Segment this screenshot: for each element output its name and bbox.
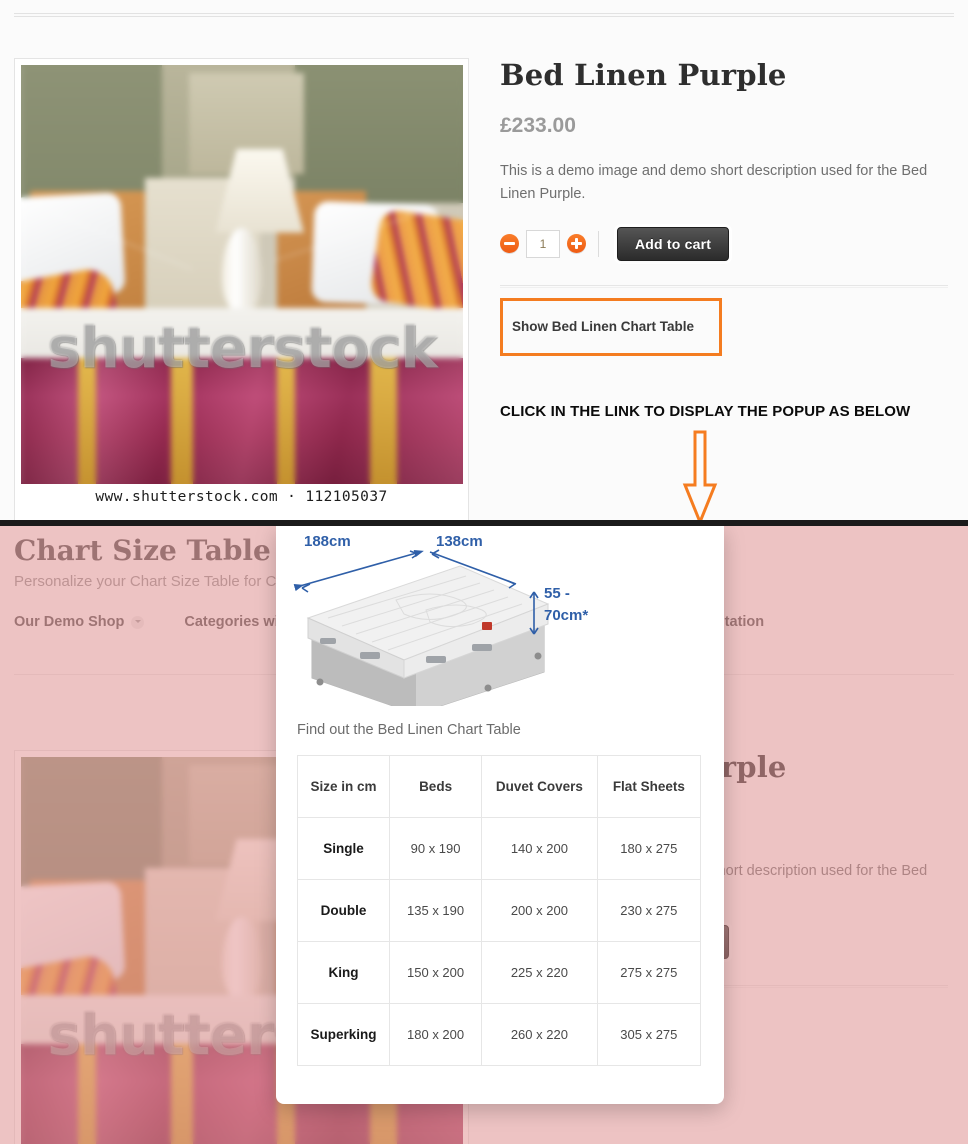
cell-beds: 135 x 190 <box>389 879 483 942</box>
column-header-duvet-covers: Duvet Covers <box>481 755 598 818</box>
callout-text: CLICK IN THE LINK TO DISPLAY THE POPUP A… <box>500 403 911 420</box>
shutterstock-watermark: shutterstock <box>47 316 437 382</box>
cell-size: Single <box>296 817 391 880</box>
bedroom-photo <box>21 65 463 484</box>
cell-sheet: 230 x 275 <box>596 879 702 942</box>
diagram-height-label-2: 70cm* <box>544 607 588 624</box>
image-credit: www.shutterstock.com · 112105037 <box>95 489 388 505</box>
diagram-length-label: 188cm <box>304 533 351 550</box>
product-price: £233.00 <box>500 114 576 137</box>
show-chart-table-link[interactable]: Show Bed Linen Chart Table <box>500 297 722 356</box>
cell-size: Double <box>296 879 391 942</box>
cell-size: Superking <box>296 1003 391 1066</box>
screenshot-seam <box>0 520 968 526</box>
quantity-decrease-icon[interactable] <box>500 234 519 254</box>
bed-dimensions-diagram: 188cm 138cm 55 - 70cm* <box>276 526 724 722</box>
table-row: Superking 180 x 200 260 x 220 305 x 275 <box>296 1003 702 1066</box>
table-row: King 150 x 200 225 x 220 275 x 275 <box>296 941 702 1004</box>
cart-controls: Add to cart <box>500 226 955 261</box>
cart-divider <box>598 230 599 257</box>
chart-size-table: Size in cm Beds Duvet Covers Flat Sheets… <box>296 755 702 1066</box>
cell-beds: 90 x 190 <box>389 817 483 880</box>
product-detail: Bed Linen Purple £233.00 This is a demo … <box>500 58 955 521</box>
column-header-flat-sheets: Flat Sheets <box>596 755 702 818</box>
table-row: Double 135 x 190 200 x 200 230 x 275 <box>296 879 702 942</box>
cell-size: King <box>296 941 391 1004</box>
cell-duvet: 140 x 200 <box>481 817 598 880</box>
product-image[interactable]: shutterstock <box>21 65 463 484</box>
popup-caption: Find out the Bed Linen Chart Table <box>297 722 521 738</box>
cell-beds: 150 x 200 <box>389 941 483 1004</box>
table-row: Single 90 x 190 140 x 200 180 x 275 <box>296 817 702 880</box>
page-title: Bed Linen Purple <box>500 58 787 92</box>
cell-duvet: 260 x 220 <box>481 1003 598 1066</box>
cell-duvet: 200 x 200 <box>481 879 598 942</box>
product-page-normal: shutterstock www.shutterstock.com · 1121… <box>0 0 968 521</box>
product-gallery[interactable]: shutterstock www.shutterstock.com · 1121… <box>14 58 469 521</box>
cell-sheet: 305 x 275 <box>596 1003 702 1066</box>
cell-sheet: 275 x 275 <box>596 941 702 1004</box>
column-header-beds: Beds <box>389 755 483 818</box>
table-header-row: Size in cm Beds Duvet Covers Flat Sheets <box>296 755 702 818</box>
top-divider <box>14 13 954 17</box>
quantity-input[interactable] <box>526 229 560 258</box>
show-chart-table-label: Show Bed Linen Chart Table <box>512 319 695 335</box>
diagram-width-label: 138cm <box>436 533 483 550</box>
detail-divider <box>500 284 948 288</box>
cell-sheet: 180 x 275 <box>596 817 702 880</box>
chart-table-popup: 188cm 138cm 55 - 70cm* Find out the Bed … <box>276 526 724 1104</box>
down-arrow-icon <box>682 430 718 521</box>
product-description: This is a demo image and demo short desc… <box>500 163 928 203</box>
cell-duvet: 225 x 220 <box>481 941 598 1004</box>
column-header-size: Size in cm <box>296 755 391 818</box>
diagram-height-label-1: 55 - <box>544 585 570 602</box>
screenshot-root: shutterstock www.shutterstock.com · 1121… <box>0 0 968 1144</box>
add-to-cart-button[interactable]: Add to cart <box>617 226 730 261</box>
product-page-with-popup: Chart Size Table Personalize your Chart … <box>0 526 968 1144</box>
cell-beds: 180 x 200 <box>389 1003 483 1066</box>
quantity-increase-icon[interactable] <box>567 234 586 254</box>
